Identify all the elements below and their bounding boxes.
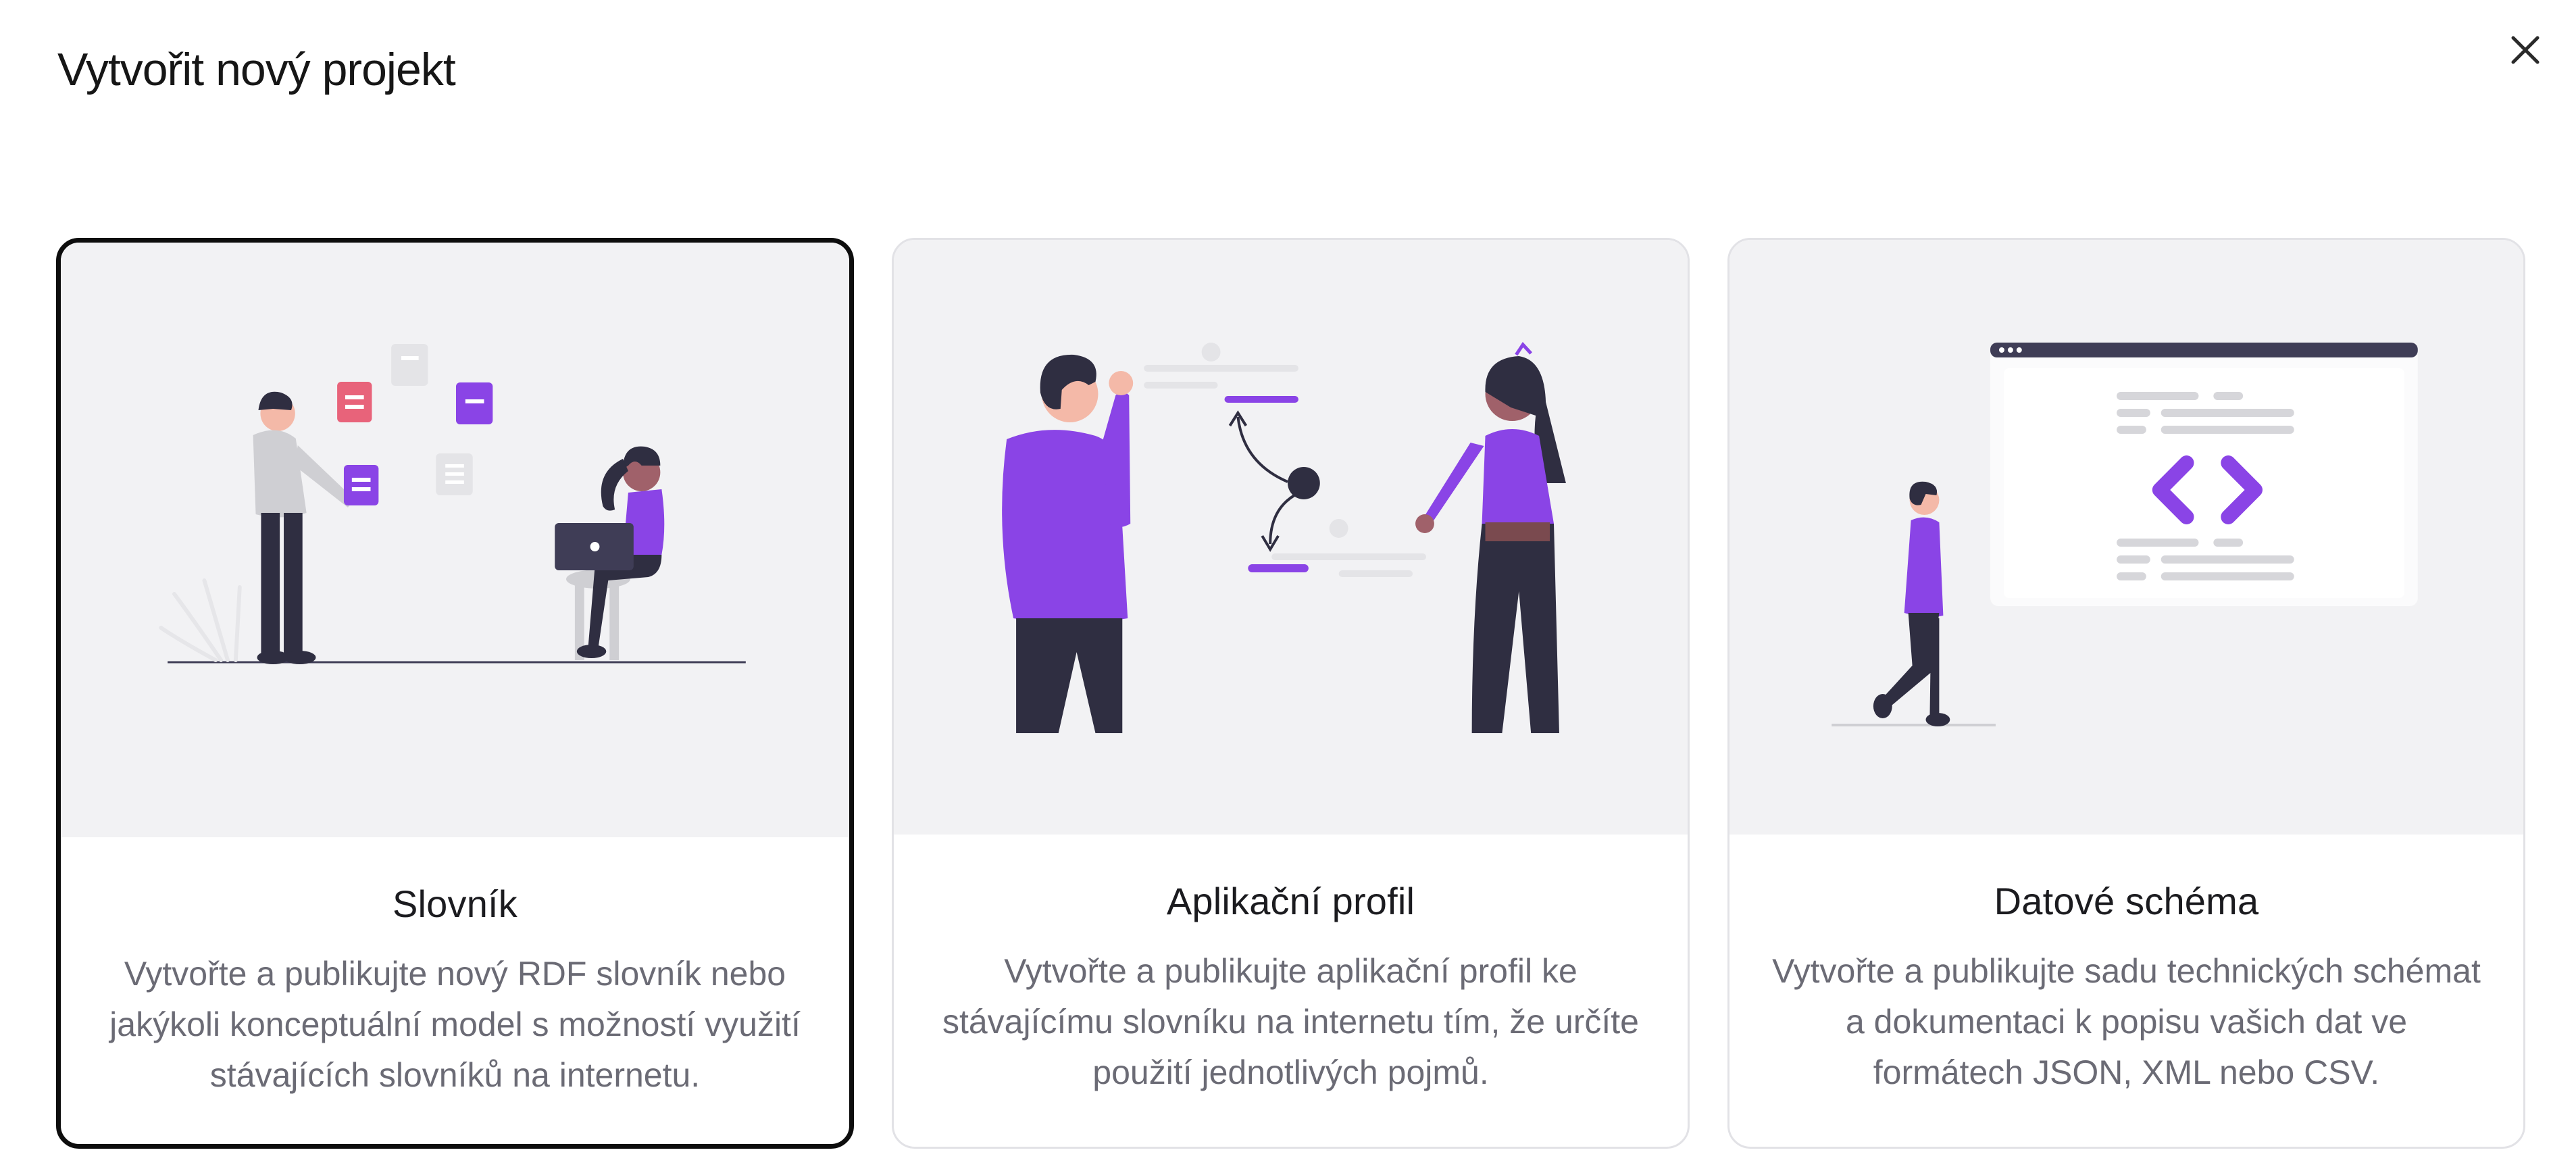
card-title: Slovník: [392, 882, 518, 925]
people-collaborating-illustration: [61, 243, 849, 837]
card-description: Vytvořte a publikujte nový RDF slovník n…: [109, 955, 801, 1094]
card-title: Aplikační profil: [1166, 880, 1415, 922]
card-description: Vytvořte a publikujte sadu technických s…: [1772, 952, 2481, 1091]
people-linking-concepts-illustration: [894, 240, 1688, 835]
dialog-title: Vytvořit nový projekt: [57, 44, 456, 95]
code-window-illustration: [1729, 240, 2523, 835]
project-card-data-schema[interactable]: Datové schéma Vytvořte a publikujte sadu…: [1727, 238, 2525, 1149]
close-button[interactable]: [2506, 31, 2544, 69]
card-title: Datové schéma: [1994, 880, 2259, 922]
card-description: Vytvořte a publikujte aplikační profil k…: [942, 952, 1639, 1091]
project-card-vocabulary[interactable]: Slovník Vytvořte a publikujte nový RDF s…: [56, 238, 854, 1149]
project-card-application-profile[interactable]: Aplikační profil Vytvořte a publikujte a…: [892, 238, 1690, 1149]
project-type-list: Slovník Vytvořte a publikujte nový RDF s…: [56, 238, 2526, 1149]
close-icon: [2511, 36, 2540, 64]
